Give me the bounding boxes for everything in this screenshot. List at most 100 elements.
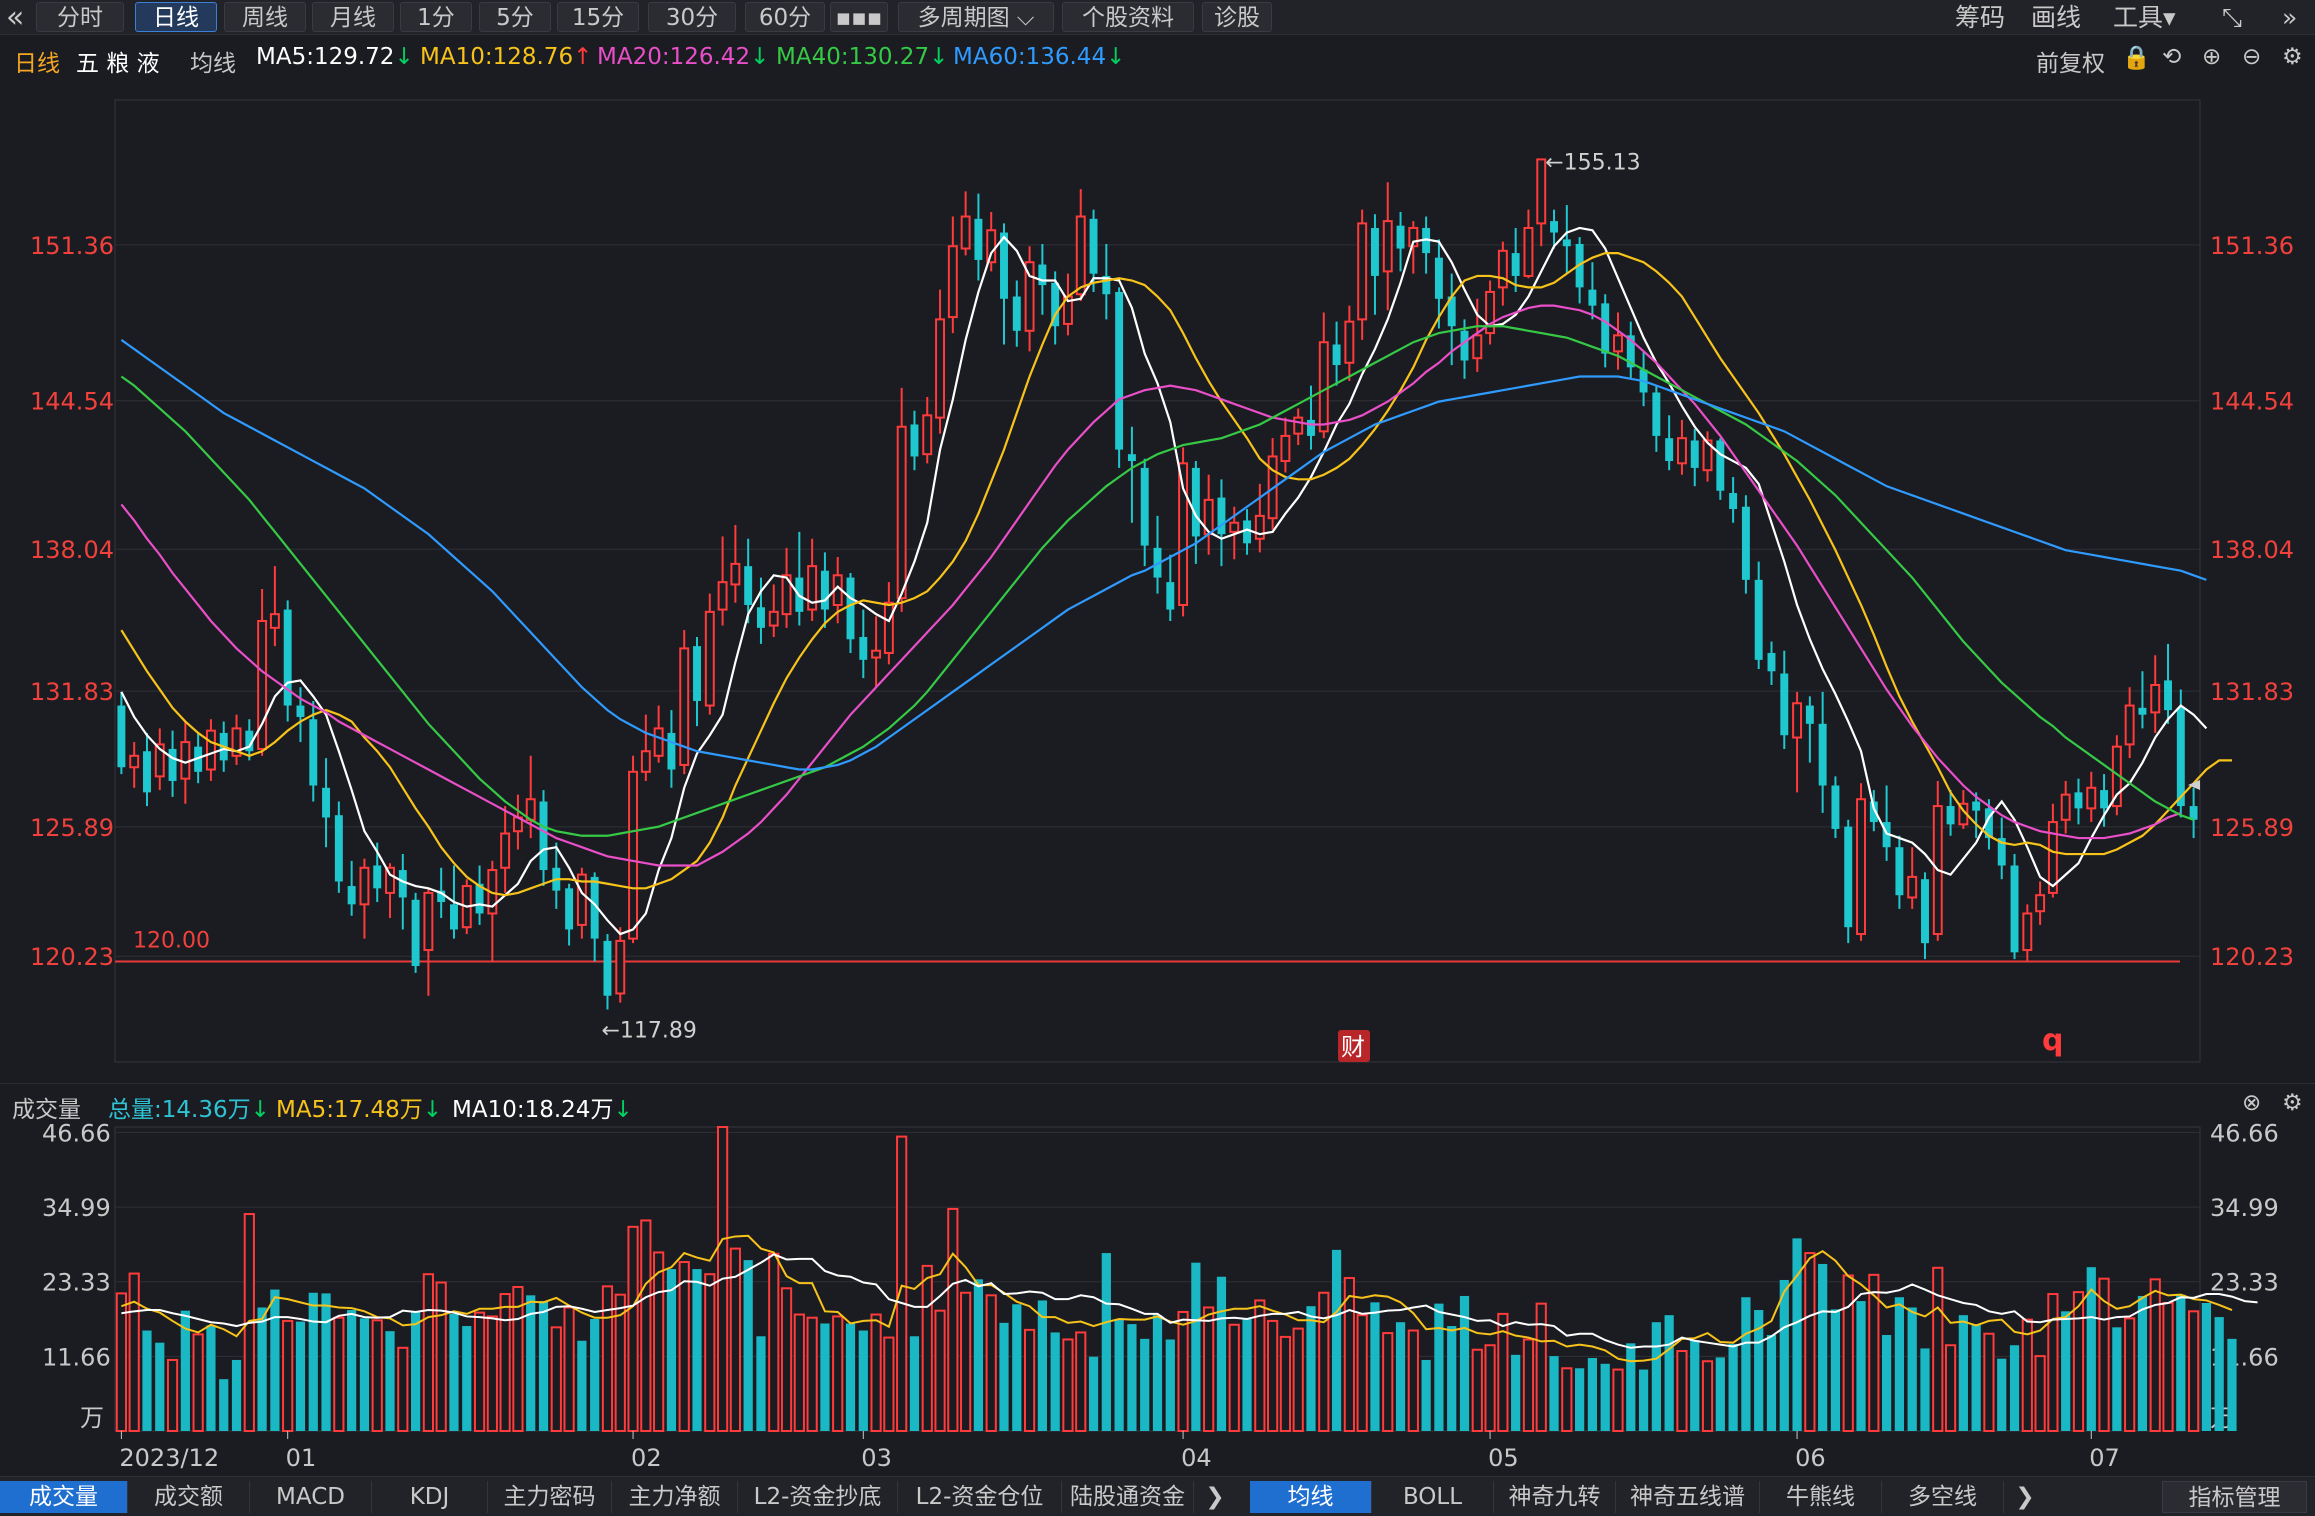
volume-bar (2112, 1327, 2122, 1431)
indicator-tab-bar: 成交量 成交额 MACD KDJ 主力密码 主力净额 L2-资金抄底 L2-资金仓位 陆股通资金… (0, 1476, 2315, 1516)
more-tabs-icon[interactable]: ❯ (1200, 1481, 1230, 1513)
candle-body (1293, 416, 1304, 435)
more-tabs-right-icon[interactable]: ❯ (2010, 1481, 2040, 1513)
tab-ma[interactable]: 均线 (1250, 1481, 1372, 1513)
candle-body (2022, 912, 2033, 952)
volume-bar (1114, 1319, 1124, 1431)
candle-body (143, 751, 151, 793)
volume-bar (1254, 1299, 1266, 1432)
volume-bar (1242, 1319, 1252, 1431)
volume-bar (1690, 1340, 1700, 1431)
indicator-settings-icon[interactable]: ⚙ (2282, 1090, 2303, 1116)
volume-bar (512, 1286, 524, 1432)
candle-body (1754, 579, 1763, 660)
volume-bar (1356, 1314, 1368, 1433)
candle-body (974, 218, 983, 260)
price-tick-right: 151.36 (2210, 232, 2294, 260)
candle-body (1831, 785, 1840, 829)
volume-bar (347, 1310, 357, 1431)
volume-tick-left: 11.66 (42, 1343, 111, 1371)
volume-bar (577, 1340, 587, 1431)
volume-bar (321, 1293, 331, 1431)
candle-body (1665, 438, 1674, 462)
volume-bar (1882, 1335, 1892, 1431)
candle-body (717, 581, 728, 611)
volume-bar (1728, 1343, 1738, 1431)
candle-body (1844, 826, 1853, 928)
candle-body (820, 570, 829, 610)
candle-body (1716, 440, 1725, 491)
volume-bar (1561, 1367, 1573, 1433)
tab-long-short[interactable]: 多空线 (1882, 1481, 2004, 1513)
tab-l2-position[interactable]: L2-资金仓位 (898, 1481, 1062, 1513)
candle-body (411, 899, 420, 967)
candle-body (2176, 707, 2185, 807)
tab-magic-nine[interactable]: 神奇九转 (1494, 1481, 1616, 1513)
volume-bar (385, 1331, 395, 1431)
tab-main-force-net[interactable]: 主力净额 (612, 1481, 738, 1513)
candle-body (1357, 222, 1368, 321)
candle-body (1907, 875, 1918, 899)
volume-bar (219, 1379, 229, 1431)
volume-bar (2227, 1338, 2237, 1431)
volume-bar (1842, 1274, 1854, 1432)
volume-bar (1228, 1323, 1240, 1433)
volume-bar (1177, 1310, 1189, 1432)
candle-body (296, 705, 305, 717)
volume-bar (462, 1326, 472, 1431)
candle-body (1780, 673, 1789, 736)
candle-body (1972, 801, 1981, 811)
volume-bar (1997, 1358, 2007, 1431)
volume-bar (590, 1319, 600, 1431)
price-tick-left: 151.36 (30, 232, 114, 260)
volume-bar (2214, 1317, 2224, 1431)
volume-total: 总量:14.36万↓ (108, 1090, 270, 1124)
candle-body (1382, 220, 1393, 273)
volume-bar (1511, 1354, 1521, 1431)
close-indicator-icon[interactable]: ⊗ (2242, 1090, 2261, 1116)
volume-bar (1062, 1338, 1074, 1432)
tab-kdj[interactable]: KDJ (372, 1481, 488, 1513)
price-tick-left: 144.54 (30, 388, 114, 416)
volume-bar (1549, 1356, 1559, 1431)
candle-body (1741, 506, 1750, 580)
candle-body (1588, 289, 1597, 306)
finance-marker-label: 财 (1341, 1033, 1365, 1061)
candle-body (1895, 847, 1904, 896)
tab-northbound[interactable]: 陆股通资金 (1062, 1481, 1194, 1513)
volume-bar (627, 1225, 639, 1432)
volume-tick-right: 23.33 (2210, 1269, 2279, 1297)
tab-macd[interactable]: MACD (250, 1481, 372, 1513)
candle-body (2074, 792, 2083, 809)
volume-bar (486, 1315, 498, 1432)
tab-volume[interactable]: 成交量 (0, 1481, 128, 1513)
volume-bar (1741, 1297, 1751, 1431)
kline-chart[interactable]: 151.36 151.36 144.54 144.54 138.04 138.04 131.… (0, 0, 2315, 1516)
tab-main-force-code[interactable]: 主力密码 (488, 1481, 612, 1513)
volume-ma10-arrow-icon: ↓ (613, 1097, 633, 1123)
candle-body (871, 649, 882, 659)
indicator-manage-button[interactable]: 指标管理 (2162, 1481, 2307, 1513)
volume-bar (231, 1359, 242, 1431)
volume-bar (768, 1252, 780, 1432)
candle-body (1676, 437, 1687, 465)
volume-bar (1203, 1306, 1215, 1432)
volume-bar (295, 1321, 306, 1431)
tab-boll[interactable]: BOLL (1372, 1481, 1494, 1513)
candle-body (960, 215, 971, 250)
tab-l2-bottom-fishing[interactable]: L2-资金抄底 (738, 1481, 898, 1513)
candle-body (117, 705, 126, 768)
tab-bull-bear[interactable]: 牛熊线 (1760, 1481, 1882, 1513)
volume-ma5-arrow-icon: ↓ (422, 1097, 443, 1123)
candle-body (935, 318, 946, 419)
candle-body (2138, 707, 2147, 715)
volume-label: 成交量 (12, 1097, 81, 1123)
tab-turnover[interactable]: 成交额 (128, 1481, 250, 1513)
volume-bar (653, 1251, 665, 1432)
volume-bar (909, 1336, 920, 1431)
candle-body (757, 607, 765, 628)
tab-magic-five[interactable]: 神奇五线谱 (1616, 1481, 1760, 1513)
volume-bar (820, 1323, 830, 1431)
volume-bar (435, 1281, 447, 1433)
volume-bar (1522, 1338, 1535, 1432)
